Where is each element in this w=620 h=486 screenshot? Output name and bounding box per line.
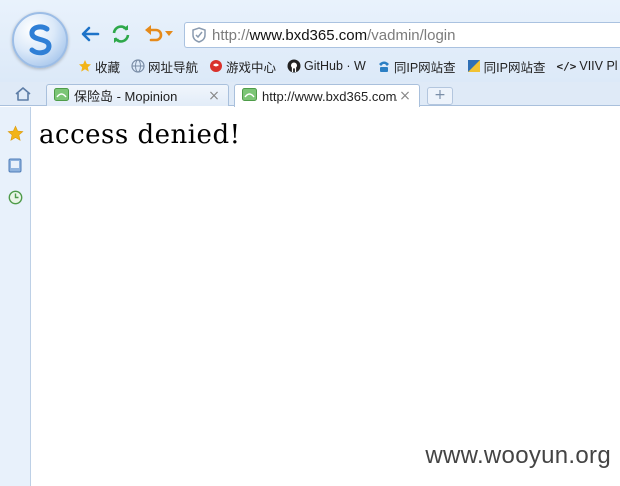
reading-icon[interactable] — [6, 156, 24, 174]
globe-icon — [131, 59, 145, 73]
bookmark-label: GitHub · W — [304, 59, 366, 73]
github-icon — [287, 59, 301, 73]
game-icon — [209, 59, 223, 73]
url-host: www.bxd365.com — [249, 26, 368, 44]
bookmark-same-ip-2[interactable]: 同IP网站查 — [467, 57, 546, 76]
tab-active-login[interactable]: http://www.bxd365.com/vadmin/login × — [234, 84, 420, 107]
page-content: access denied! www.wooyun.org — [32, 107, 620, 486]
back-button[interactable] — [78, 22, 102, 46]
star-icon — [78, 59, 92, 73]
bookmarks-bar: 收藏 网址导航 游戏中心 GitHub · W 同IP网站查 同IP网站查 </… — [78, 56, 620, 76]
tab-favicon-icon — [242, 88, 257, 104]
address-bar[interactable]: http:// www.bxd365.com /vadmin/login — [184, 22, 620, 48]
bookmark-label: 网址导航 — [148, 60, 199, 75]
bookmark-games[interactable]: 游戏中心 — [209, 57, 276, 76]
bookmark-favorites[interactable]: 收藏 — [78, 57, 120, 76]
undo-icon — [145, 25, 163, 42]
new-tab-button[interactable]: + — [427, 87, 453, 105]
bookmark-nav[interactable]: 网址导航 — [131, 57, 198, 76]
tab-mopinion[interactable]: 保险岛 - Mopinion × — [46, 84, 229, 106]
tab-favicon-icon — [54, 87, 69, 104]
close-tab-icon[interactable]: × — [206, 88, 222, 104]
home-button[interactable] — [14, 86, 32, 102]
tab-title: 保险岛 - Mopinion — [74, 89, 178, 104]
sogou-logo-icon — [29, 24, 52, 56]
security-shield-icon[interactable] — [192, 27, 206, 43]
sidebar — [0, 107, 31, 486]
bookmark-viiv[interactable]: </> VIIV Pl — [556, 59, 617, 73]
refresh-icon — [112, 25, 130, 43]
browser-logo[interactable] — [12, 12, 68, 68]
bookmark-label: VIIV Pl — [579, 59, 618, 73]
home-icon — [15, 87, 31, 101]
bookmark-page-icon — [467, 59, 481, 73]
tab-title: http://www.bxd365.com/vadmin/login — [262, 88, 397, 104]
undo-close-tab-button[interactable] — [141, 22, 175, 46]
close-tab-icon[interactable]: × — [397, 88, 413, 104]
bookmark-label: 收藏 — [95, 60, 121, 75]
url-scheme: http:// — [212, 26, 250, 44]
access-denied-message: access denied! — [39, 120, 241, 150]
watermark: www.wooyun.org — [425, 442, 611, 469]
refresh-button[interactable] — [109, 22, 133, 46]
bookmark-label: 同IP网站查 — [483, 60, 546, 75]
code-icon: </> — [556, 59, 577, 73]
bookmark-github[interactable]: GitHub · W — [287, 59, 366, 73]
chevron-down-icon — [165, 31, 173, 36]
bookmark-same-ip-1[interactable]: 同IP网站查 — [377, 57, 456, 76]
tab-strip: 保险岛 - Mopinion × http://www.bxd365.com/v… — [0, 82, 620, 107]
phone-icon — [377, 59, 391, 73]
url-path: /vadmin/login — [367, 26, 456, 44]
browser-toolbar: http:// www.bxd365.com /vadmin/login 收藏 … — [0, 0, 620, 82]
bookmark-label: 游戏中心 — [226, 60, 277, 75]
back-arrow-icon — [81, 26, 100, 42]
bookmark-label: 同IP网站查 — [393, 60, 456, 75]
favorites-star-icon[interactable] — [6, 124, 24, 142]
history-clock-icon[interactable] — [6, 188, 24, 206]
